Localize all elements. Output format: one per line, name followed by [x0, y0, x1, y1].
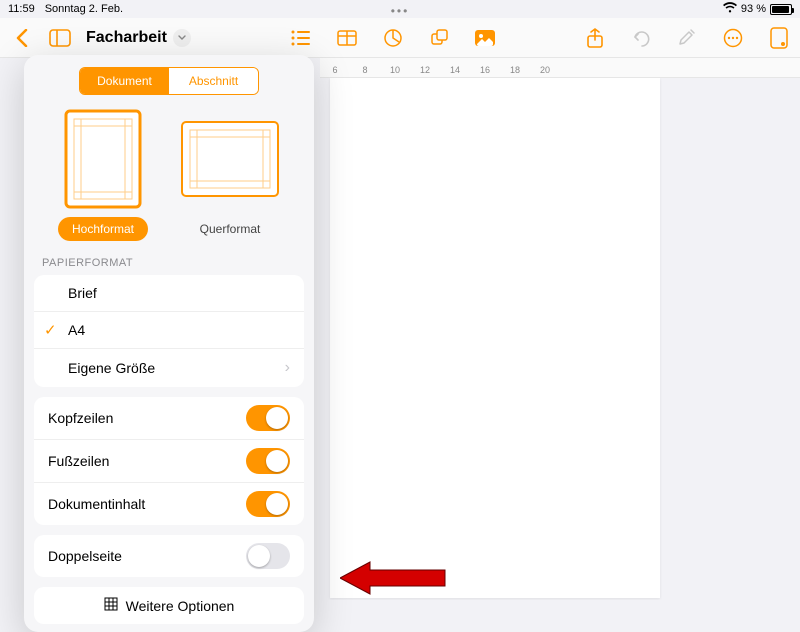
document-page[interactable]	[330, 78, 660, 598]
toggle-label: Kopfzeilen	[48, 410, 113, 426]
battery-text: 93 %	[741, 3, 766, 15]
segment-document[interactable]: Dokument	[80, 68, 169, 94]
shape-icon[interactable]	[428, 27, 450, 49]
switch-content[interactable]	[246, 491, 290, 517]
undo-icon[interactable]	[630, 27, 652, 49]
status-date: Sonntag 2. Feb.	[45, 3, 123, 15]
toggle-list: Kopfzeilen Fußzeilen Dokumentinhalt	[34, 397, 304, 525]
chevron-down-icon[interactable]	[173, 29, 191, 47]
ruler-mark: 12	[410, 65, 440, 75]
toggle-label: Dokumentinhalt	[48, 496, 145, 512]
toggle-content: Dokumentinhalt	[34, 483, 304, 525]
orientation-portrait[interactable]: Hochformat	[58, 109, 148, 241]
share-icon[interactable]	[584, 27, 606, 49]
ruler-mark: 18	[500, 65, 530, 75]
toolbar: Facharbeit	[0, 18, 800, 58]
chevron-right-icon: ›	[285, 359, 290, 377]
ruler-mark: 10	[380, 65, 410, 75]
option-label: Eigene Größe	[68, 360, 155, 376]
paper-option-brief[interactable]: Brief	[34, 275, 304, 312]
toggle-footers: Fußzeilen	[34, 440, 304, 483]
paper-format-header: PAPIERFORMAT	[24, 251, 314, 275]
orientation-landscape[interactable]: Querformat	[180, 109, 280, 241]
toggle-label: Fußzeilen	[48, 453, 109, 469]
double-page-group: Doppelseite	[34, 535, 304, 577]
toggle-headers: Kopfzeilen	[34, 397, 304, 440]
ruler-mark: 20	[530, 65, 560, 75]
more-circle-icon[interactable]	[722, 27, 744, 49]
check-icon: ✓	[44, 321, 57, 339]
status-time: 11:59	[8, 3, 35, 15]
list-icon[interactable]	[290, 27, 312, 49]
ruler-mark: 6	[320, 65, 350, 75]
media-icon[interactable]	[474, 27, 496, 49]
landscape-label: Querformat	[186, 217, 275, 241]
portrait-label: Hochformat	[58, 217, 148, 241]
battery-icon	[770, 4, 792, 15]
paper-option-a4[interactable]: ✓ A4	[34, 312, 304, 349]
document-title[interactable]: Facharbeit	[86, 29, 191, 47]
ruler: 6 8 10 12 14 16 18 20	[320, 58, 800, 78]
table-icon[interactable]	[336, 27, 358, 49]
ruler-mark: 14	[440, 65, 470, 75]
ruler-mark: 16	[470, 65, 500, 75]
document-settings-icon[interactable]	[768, 27, 790, 49]
back-button[interactable]	[10, 26, 34, 50]
switch-double-page[interactable]	[246, 543, 290, 569]
segment-control: Dokument Abschnitt	[79, 67, 259, 95]
wifi-icon	[723, 2, 737, 16]
toggle-label: Doppelseite	[48, 548, 122, 564]
canvas-area[interactable]	[320, 78, 800, 600]
switch-footers[interactable]	[246, 448, 290, 474]
document-options-popover: Dokument Abschnitt Hochformat Querformat…	[24, 55, 314, 632]
segment-section[interactable]: Abschnitt	[169, 68, 258, 94]
document-title-label: Facharbeit	[86, 29, 167, 47]
ruler-mark: 8	[350, 65, 380, 75]
multitask-ellipsis-icon[interactable]: •••	[391, 4, 410, 18]
option-label: A4	[68, 322, 85, 338]
switch-headers[interactable]	[246, 405, 290, 431]
option-label: Brief	[68, 285, 97, 301]
more-options-button[interactable]: Weitere Optionen	[34, 587, 304, 624]
chart-icon[interactable]	[382, 27, 404, 49]
paper-option-custom[interactable]: Eigene Größe ›	[34, 349, 304, 387]
sidebar-toggle-icon[interactable]	[48, 26, 72, 50]
format-brush-icon[interactable]	[676, 27, 698, 49]
paper-format-list: Brief ✓ A4 Eigene Größe ›	[34, 275, 304, 387]
